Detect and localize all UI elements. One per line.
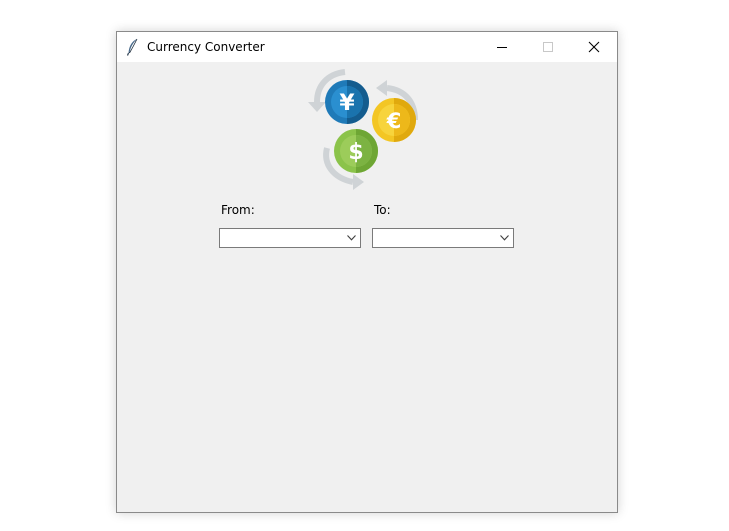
close-icon <box>588 41 600 53</box>
from-label: From: <box>221 203 255 217</box>
dollar-coin-icon: $ <box>334 129 378 173</box>
to-label: To: <box>374 203 391 217</box>
close-button[interactable] <box>571 32 617 62</box>
currency-exchange-logo: ¥ € $ <box>308 69 418 190</box>
yen-symbol: ¥ <box>339 91 355 116</box>
chevron-down-icon[interactable] <box>500 235 509 241</box>
client-area: ¥ € $ From: To: <box>117 62 617 512</box>
title-bar[interactable]: Currency Converter <box>117 32 617 62</box>
euro-symbol: € <box>386 109 402 133</box>
arrow-head-icon <box>353 174 364 190</box>
euro-coin-icon: € <box>372 98 416 142</box>
yen-coin-icon: ¥ <box>325 80 369 124</box>
maximize-button[interactable] <box>525 32 571 62</box>
window-title: Currency Converter <box>147 40 265 54</box>
from-currency-combobox[interactable] <box>219 228 361 248</box>
maximize-icon <box>543 42 553 52</box>
app-window: Currency Converter ¥ € $ From: To: <box>116 31 618 513</box>
to-currency-combobox[interactable] <box>372 228 514 248</box>
minimize-button[interactable] <box>479 32 525 62</box>
chevron-down-icon[interactable] <box>347 235 356 241</box>
dollar-symbol: $ <box>348 140 363 165</box>
arrow-head-icon <box>308 102 326 112</box>
feather-icon <box>126 38 138 56</box>
arrow-head-icon <box>376 80 387 96</box>
minimize-icon <box>497 47 507 48</box>
